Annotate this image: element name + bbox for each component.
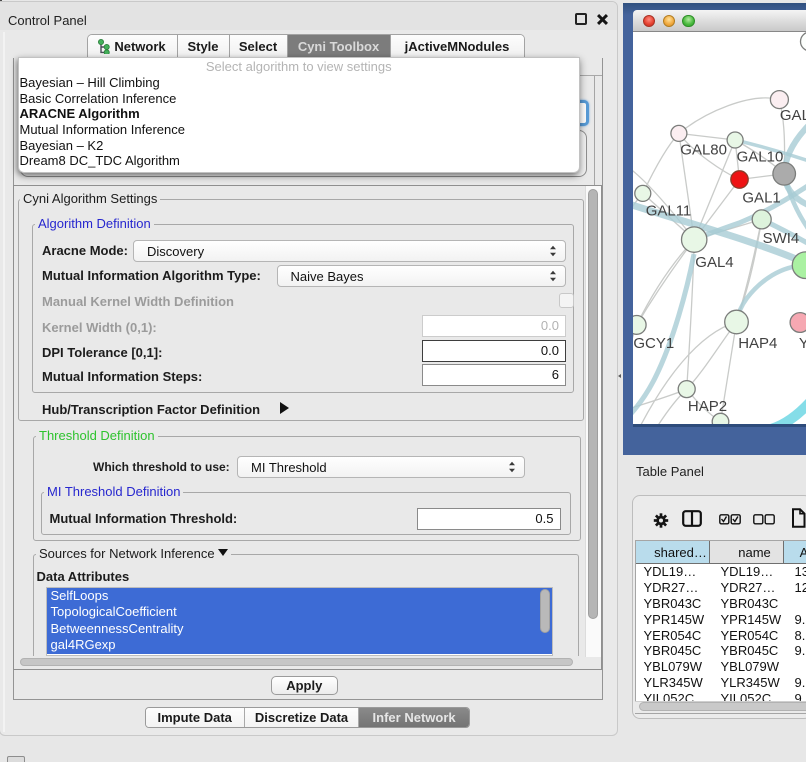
svg-text:GAL11: GAL11 [645,203,691,220]
svg-text:GCY1: GCY1 [633,335,674,352]
svg-text:SWI4: SWI4 [762,230,799,247]
svg-text:GAL1: GAL1 [742,190,780,207]
svg-text:GAL80: GAL80 [680,141,727,158]
svg-text:HAP2: HAP2 [687,398,726,415]
svg-text:GAL10: GAL10 [736,148,783,165]
svg-text:GAL2: GAL2 [779,107,806,124]
svg-text:YB: YB [798,335,806,352]
svg-text:GAL4: GAL4 [695,254,733,271]
svg-text:HAP4: HAP4 [738,335,777,352]
